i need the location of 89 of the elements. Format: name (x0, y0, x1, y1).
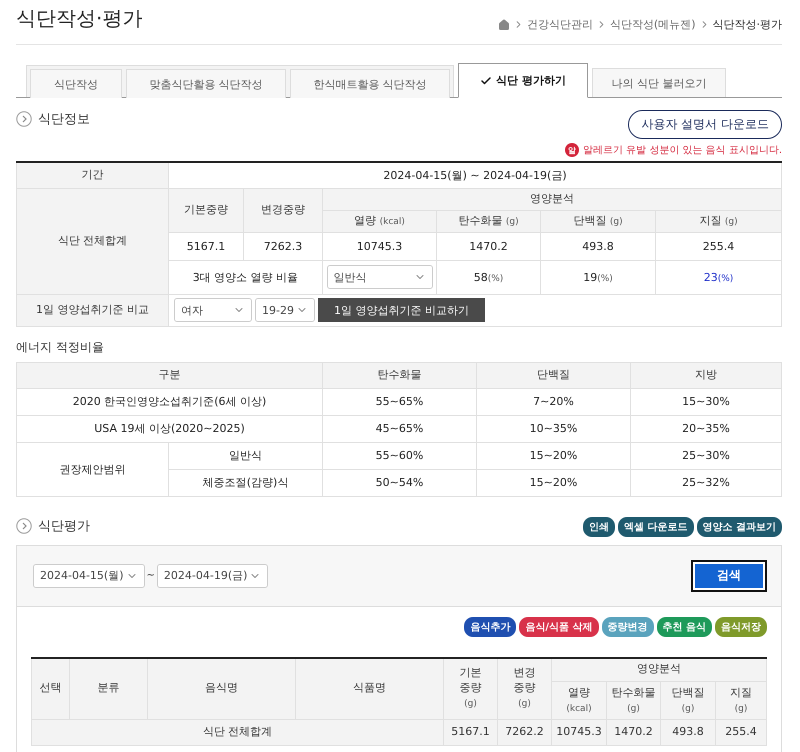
table-cell: 255.4 (656, 232, 782, 260)
table-cell: 15~20% (476, 469, 630, 496)
table-cell: 25~32% (630, 469, 782, 496)
table-header: 7262.2 (498, 720, 552, 746)
tab[interactable]: 식단 평가하기 (458, 63, 588, 98)
table-cell: 1470.2 (436, 232, 540, 260)
table-cell: 3대 영양소 열량 비율 (168, 260, 322, 294)
table-header: 영양분석 (322, 188, 782, 210)
table-cell: 58(%) (436, 260, 540, 294)
table-header: 지질 (g) (716, 682, 766, 720)
table-header: 식단 전체합계 (32, 720, 444, 746)
table-cell: 25~30% (630, 442, 782, 469)
page-title: 식단작성·평가 (16, 5, 142, 32)
table-header: 기간 (16, 162, 168, 188)
tab[interactable]: 맞춤식단활용 식단작성 (126, 69, 286, 98)
section-heading: 식단정보 (38, 111, 90, 128)
table-cell: 2024-04-15(월) ~ 2024-04-19(금) (168, 162, 782, 188)
age-select[interactable]: 19-29 (255, 298, 315, 322)
start-date-select[interactable]: 2024-04-15(월) (33, 564, 145, 588)
table-cell: 45~65% (322, 415, 476, 442)
table-cell: 일반식 (168, 442, 322, 469)
table-cell: USA 19세 이상(2020~2025) (16, 415, 322, 442)
breadcrumb-link[interactable]: 식단작성(메뉴젠) (610, 17, 696, 32)
table-header: 영양분석 (552, 658, 766, 682)
table-header: 식단 전체합계 (16, 188, 168, 294)
table-header: 음식명 (148, 658, 296, 720)
table-header: 열량 (kcal) (552, 682, 606, 720)
diet-type-select[interactable]: 일반식 (326, 265, 432, 289)
tab[interactable]: 식단작성 (30, 69, 122, 98)
date-separator: ~ (146, 570, 155, 581)
toolbar-button[interactable]: 엑셀 다운로드 (618, 516, 694, 536)
action-button[interactable]: 음식/식품 삭제 (519, 616, 599, 636)
table-header: 열량 (kcal) (322, 210, 436, 232)
breadcrumb-link[interactable]: 식단작성·평가 (712, 17, 782, 32)
table-header: 기본중량 (168, 188, 244, 232)
manual-download-button[interactable]: 사용자 설명서 다운로드 (628, 110, 782, 139)
table-header: 1470.2 (606, 720, 660, 746)
tab[interactable]: 한식매트활용 식단작성 (290, 69, 450, 98)
gender-select[interactable]: 여자 (174, 298, 252, 322)
table-header: 선택 (32, 658, 70, 720)
allergy-badge: 알 (564, 143, 579, 157)
table-header: 10745.3 (552, 720, 606, 746)
search-button[interactable]: 검색 (693, 562, 765, 590)
table-cell: 55~60% (322, 442, 476, 469)
toolbar-button[interactable]: 인쇄 (583, 516, 616, 536)
table-header: 지질 (g) (656, 210, 782, 232)
compare-button[interactable]: 1일 영양섭취기준 비교하기 (318, 298, 485, 322)
table-header: 식품명 (296, 658, 444, 720)
table-header: 탄수화물 (g) (436, 210, 540, 232)
table-header: 5167.1 (444, 720, 498, 746)
table-header: 변경중량 (244, 188, 322, 232)
tab[interactable]: 나의 식단 불러오기 (592, 68, 726, 97)
table-cell: 19(%) (540, 260, 656, 294)
section-heading: 식단평가 (38, 518, 90, 534)
table-cell: 493.8 (540, 232, 656, 260)
table-cell: 15~20% (476, 442, 630, 469)
table-header: 분류 (70, 658, 148, 720)
table-cell: 10745.3 (322, 232, 436, 260)
table-cell: 7262.3 (244, 232, 322, 260)
table-header: 구분 (16, 362, 322, 388)
table-cell: 7~20% (476, 388, 630, 415)
table-header: 255.4 (716, 720, 766, 746)
breadcrumb-link[interactable]: 건강식단관리 (526, 17, 593, 32)
table-header: 지방 (630, 362, 782, 388)
section-subheading: 에너지 적정비율 (16, 338, 105, 356)
table-header: 493.8 (660, 720, 716, 746)
action-button[interactable]: 음식추가 (464, 616, 516, 636)
table-cell: 55~65% (322, 388, 476, 415)
table-header: 단백질 (476, 362, 630, 388)
table-header: 단백질 (g) (540, 210, 656, 232)
toolbar-button[interactable]: 영양소 결과보기 (696, 516, 782, 536)
table-header: 변경 중량 (g) (498, 658, 552, 720)
table-cell: 20~35% (630, 415, 782, 442)
action-button[interactable]: 추천 음식 (656, 616, 712, 636)
table-header: 1일 영양섭취기준 비교 (16, 294, 168, 326)
table-header: 탄수화물 (322, 362, 476, 388)
table-header: 단백질 (g) (660, 682, 716, 720)
table-cell: 2020 한국인영양소섭취기준(6세 이상) (16, 388, 322, 415)
table-cell: 권장제안범위 (16, 442, 168, 496)
allergy-note: 알레르기 유발 성분이 있는 음식 표시입니다. (582, 144, 782, 157)
table-cell: 체중조절(감량)식 (168, 469, 322, 496)
end-date-select[interactable]: 2024-04-19(금) (156, 564, 268, 588)
table-cell: 50~54% (322, 469, 476, 496)
table-header: 기본 중량 (g) (444, 658, 498, 720)
table-header: 탄수화물 (g) (606, 682, 660, 720)
table-cell: 5167.1 (168, 232, 244, 260)
table-cell: 23(%) (656, 260, 782, 294)
table-cell: 15~30% (630, 388, 782, 415)
table-cell: 10~35% (476, 415, 630, 442)
